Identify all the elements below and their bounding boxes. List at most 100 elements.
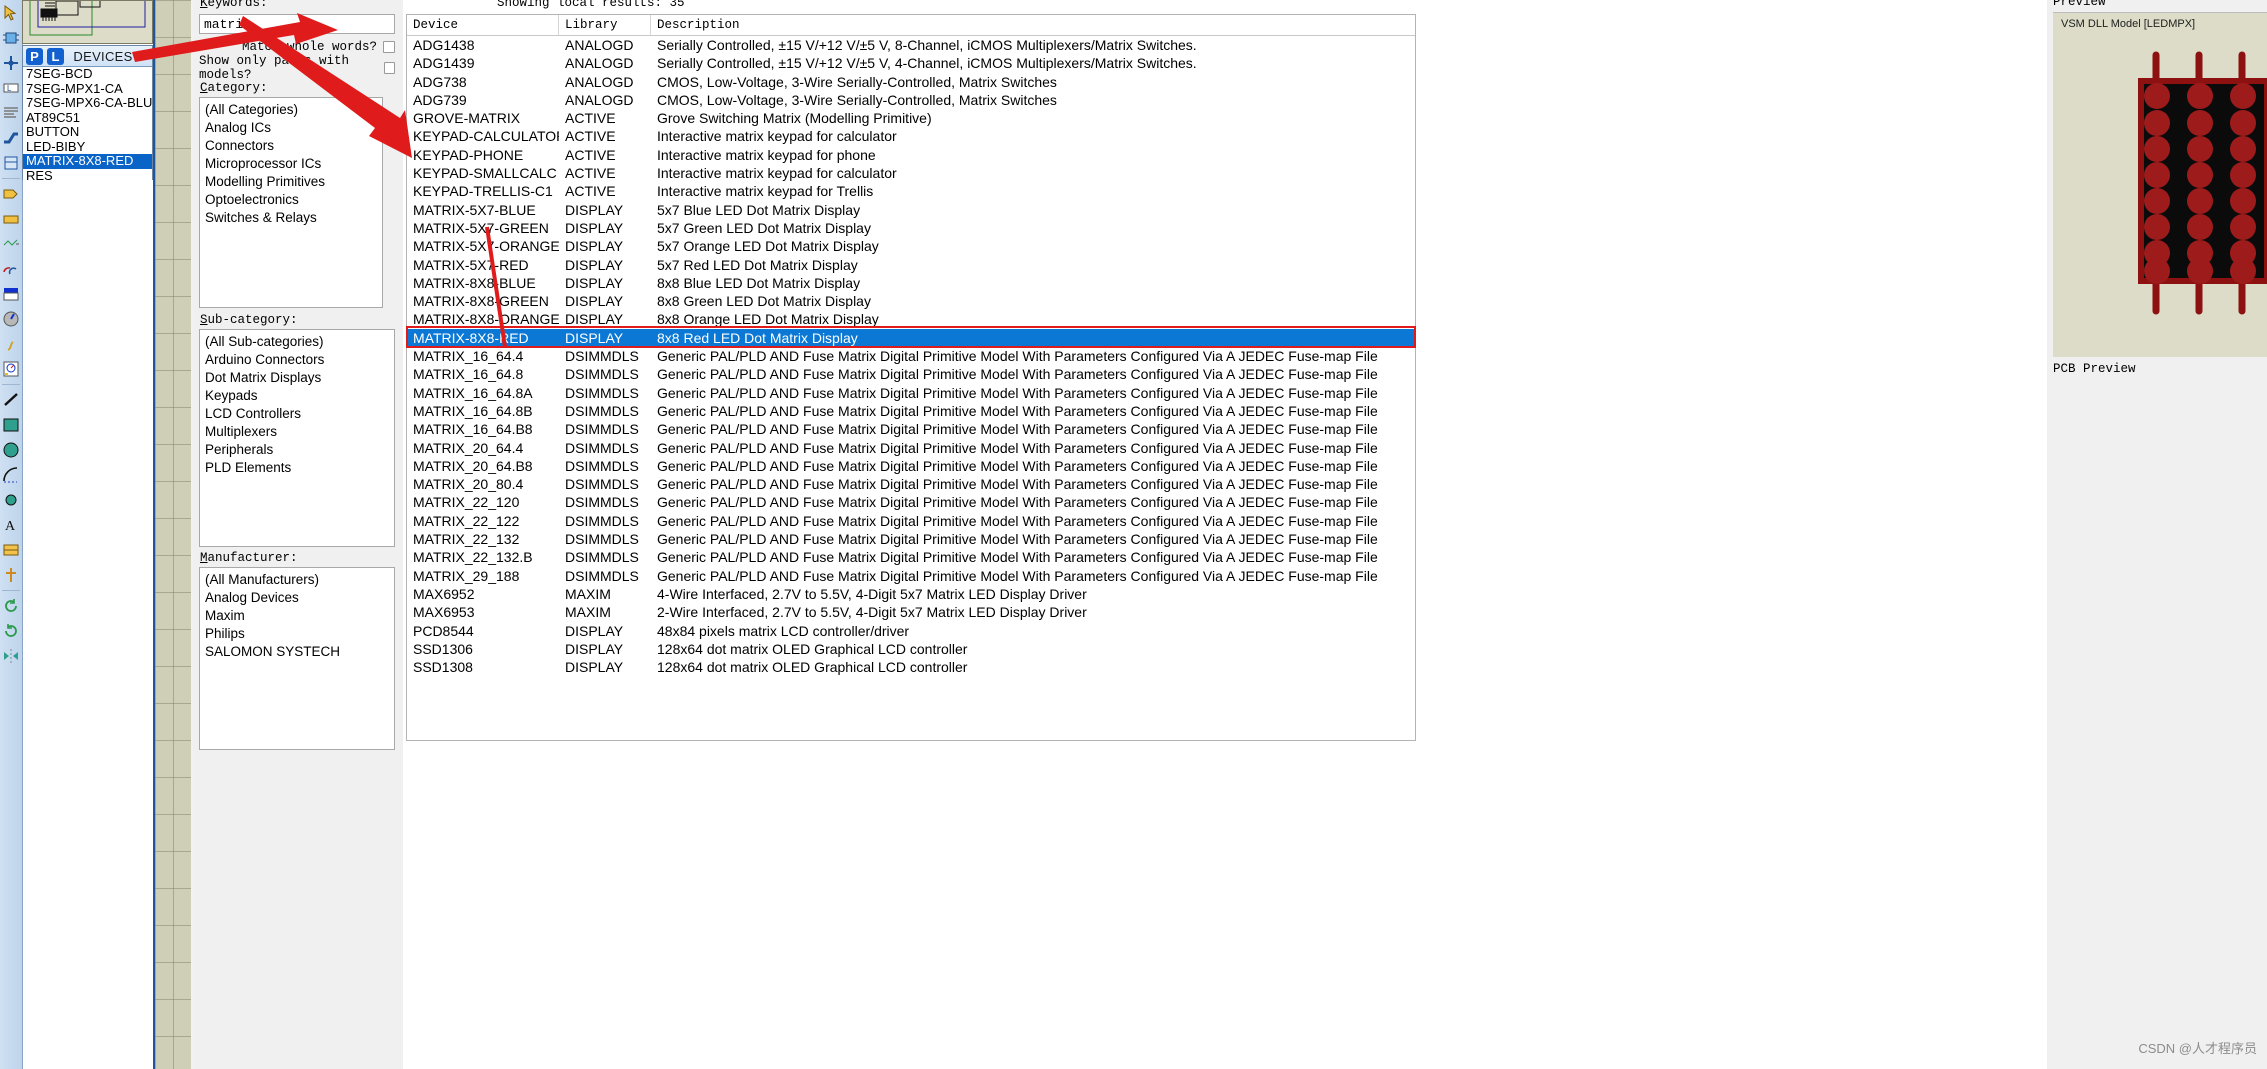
component-mode-icon[interactable] xyxy=(1,26,21,50)
table-row[interactable]: MATRIX-5X7-BLUE DISPLAY 5x7 Blue LED Dot M… xyxy=(407,201,1415,219)
table-row[interactable]: SSD1306 DISPLAY 128x64 dot matrix OLED Gra… xyxy=(407,640,1415,658)
table-row[interactable]: MATRIX_22_120 DSIMMDLS Generic PAL/PLD AND… xyxy=(407,493,1415,511)
marker-tool-icon[interactable] xyxy=(1,563,21,587)
category-option[interactable]: Connectors xyxy=(200,137,382,155)
table-row[interactable]: ADG738 ANALOGD CMOS, Low-Voltage, 3-Wire S… xyxy=(407,73,1415,91)
column-header-device[interactable]: Device xyxy=(407,15,559,35)
manufacturer-option[interactable]: Maxim xyxy=(200,607,394,625)
virtual-instrument-icon[interactable] xyxy=(1,357,21,381)
table-row[interactable]: MATRIX-8X8-ORANGE DISPLAY 8x8 Orange LED D… xyxy=(407,310,1415,328)
table-row[interactable]: MATRIX_16_64.4 DSIMMDLS Generic PAL/PLD AN… xyxy=(407,347,1415,365)
table-row[interactable]: MATRIX-8X8-RED DISPLAY 8x8 Red LED Dot Mat… xyxy=(407,328,1415,348)
table-row[interactable]: SSD1308 DISPLAY 128x64 dot matrix OLED Gra… xyxy=(407,658,1415,676)
subcategory-option[interactable]: Dot Matrix Displays xyxy=(200,369,394,387)
table-row[interactable]: MATRIX-8X8-GREEN DISPLAY 8x8 Green LED Dot… xyxy=(407,292,1415,310)
device-list-item[interactable]: LED-BIBY xyxy=(23,139,152,155)
table-row[interactable]: MATRIX_16_64.8 DSIMMDLS Generic PAL/PLD AN… xyxy=(407,365,1415,383)
table-row[interactable]: KEYPAD-PHONE ACTIVE Interactive matrix key… xyxy=(407,146,1415,164)
table-row[interactable]: MATRIX_20_64.4 DSIMMDLS Generic PAL/PLD AN… xyxy=(407,439,1415,457)
table-row[interactable]: MATRIX-5X7-ORANGE DISPLAY 5x7 Orange LED D… xyxy=(407,237,1415,255)
category-option[interactable]: Switches & Relays xyxy=(200,209,382,227)
table-row[interactable]: MATRIX_20_80.4 DSIMMDLS Generic PAL/PLD AN… xyxy=(407,475,1415,493)
arc-tool-icon[interactable] xyxy=(1,463,21,487)
category-option[interactable]: Analog ICs xyxy=(200,119,382,137)
schematic-canvas[interactable] xyxy=(155,0,191,1069)
table-row[interactable]: MAX6952 MAXIM 4-Wire Interfaced, 2.7V to 5… xyxy=(407,585,1415,603)
column-header-library[interactable]: Library xyxy=(559,15,651,35)
subcategory-option[interactable]: PLD Elements xyxy=(200,459,394,477)
mirror-horizontal-icon[interactable] xyxy=(1,644,21,668)
subcategory-option[interactable]: LCD Controllers xyxy=(200,405,394,423)
device-list-item[interactable]: 7SEG-BCD xyxy=(23,66,152,82)
match-whole-words-checkbox[interactable] xyxy=(383,40,395,53)
subcategory-options[interactable]: (All Sub-categories) Arduino Connectors Do… xyxy=(200,330,394,477)
device-list-item[interactable]: AT89C51 xyxy=(23,110,152,126)
device-list-item[interactable]: BUTTON xyxy=(23,124,152,140)
table-row[interactable]: MATRIX_16_64.B8 DSIMMDLS Generic PAL/PLD A… xyxy=(407,420,1415,438)
pick-device-icon[interactable]: P xyxy=(26,47,43,65)
table-row[interactable]: GROVE-MATRIX ACTIVE Grove Switching Matrix… xyxy=(407,109,1415,127)
circle-tool-icon[interactable] xyxy=(1,438,21,462)
table-row[interactable]: MATRIX-5X7-RED DISPLAY 5x7 Red LED Dot Mat… xyxy=(407,256,1415,274)
category-option[interactable]: (All Categories) xyxy=(200,101,382,119)
table-row[interactable]: KEYPAD-CALCULATOR ACTIVE Interactive matri… xyxy=(407,127,1415,145)
box-tool-icon[interactable] xyxy=(1,413,21,437)
subcategory-option[interactable]: Multiplexers xyxy=(200,423,394,441)
rotate-anticlockwise-icon[interactable] xyxy=(1,619,21,643)
table-row[interactable]: MATRIX_22_132.B DSIMMDLS Generic PAL/PLD A… xyxy=(407,548,1415,566)
path-tool-icon[interactable] xyxy=(1,488,21,512)
category-listbox[interactable]: (All Categories) Analog ICs Connectors Micr… xyxy=(199,97,383,308)
manufacturer-option[interactable]: (All Manufacturers) xyxy=(200,571,394,589)
keywords-input[interactable] xyxy=(199,14,395,34)
manufacturer-option[interactable]: SALOMON SYSTECH xyxy=(200,643,394,661)
table-row[interactable]: MATRIX-8X8-BLUE DISPLAY 8x8 Blue LED Dot M… xyxy=(407,274,1415,292)
voltage-probe-icon[interactable] xyxy=(1,307,21,331)
table-row[interactable]: ADG739 ANALOGD CMOS, Low-Voltage, 3-Wire S… xyxy=(407,91,1415,109)
symbol-tool-icon[interactable] xyxy=(1,538,21,562)
junction-dot-icon[interactable] xyxy=(1,51,21,75)
table-row[interactable]: MAX6953 MAXIM 2-Wire Interfaced, 2.7V to 5… xyxy=(407,603,1415,621)
table-row[interactable]: ADG1439 ANALOGD Serially Controlled, ±15 V… xyxy=(407,54,1415,72)
device-list-item[interactable]: 7SEG-MPX6-CA-BLUE xyxy=(23,95,161,111)
devices-list[interactable]: 7SEG-BCD 7SEG-MPX1-CA 7SEG-MPX6-CA-BLUE AT8… xyxy=(23,66,161,184)
category-option[interactable]: Modelling Primitives xyxy=(200,173,382,191)
manufacturer-option[interactable]: Philips xyxy=(200,625,394,643)
subcategory-option[interactable]: Peripherals xyxy=(200,441,394,459)
column-header-description[interactable]: Description xyxy=(651,15,1415,35)
manufacturer-option[interactable]: Analog Devices xyxy=(200,589,394,607)
subcategory-option[interactable]: Arduino Connectors xyxy=(200,351,394,369)
current-probe-icon[interactable] xyxy=(1,332,21,356)
match-whole-words-row[interactable]: Match whole words? xyxy=(199,38,395,55)
device-pin-icon[interactable] xyxy=(1,207,21,231)
wire-label-icon[interactable]: L xyxy=(1,76,21,100)
table-row[interactable]: MATRIX_22_132 DSIMMDLS Generic PAL/PLD AND… xyxy=(407,530,1415,548)
subcircuit-icon[interactable] xyxy=(1,151,21,175)
category-options[interactable]: (All Categories) Analog ICs Connectors Micr… xyxy=(200,98,382,227)
terminal-mode-icon[interactable] xyxy=(1,182,21,206)
library-device-icon[interactable]: L xyxy=(47,47,64,65)
table-row[interactable]: MATRIX_16_64.8B DSIMMDLS Generic PAL/PLD A… xyxy=(407,402,1415,420)
table-row[interactable]: MATRIX_29_188 DSIMMDLS Generic PAL/PLD AND… xyxy=(407,567,1415,585)
subcategory-option[interactable]: (All Sub-categories) xyxy=(200,333,394,351)
left-toolbar[interactable]: L A xyxy=(0,0,23,1069)
table-row[interactable]: MATRIX_22_122 DSIMMDLS Generic PAL/PLD AND… xyxy=(407,512,1415,530)
manufacturer-listbox[interactable]: (All Manufacturers) Analog Devices Maxim Ph… xyxy=(199,567,395,750)
category-option[interactable]: Optoelectronics xyxy=(200,191,382,209)
subcategory-option[interactable]: Keypads xyxy=(200,387,394,405)
schematic-overview-thumbnail[interactable] xyxy=(22,0,153,44)
table-row[interactable]: PCD8544 DISPLAY 48x84 pixels matrix LCD co… xyxy=(407,622,1415,640)
rotate-clockwise-icon[interactable] xyxy=(1,594,21,618)
graph-mode-icon[interactable] xyxy=(1,232,21,256)
tape-recorder-icon[interactable] xyxy=(1,257,21,281)
table-row[interactable]: ADG1438 ANALOGD Serially Controlled, ±15 V… xyxy=(407,36,1415,54)
text-script-icon[interactable] xyxy=(1,101,21,125)
device-list-item[interactable]: 7SEG-MPX1-CA xyxy=(23,81,152,97)
show-only-parts-with-models-row[interactable]: Show only parts with models? xyxy=(199,54,395,82)
manufacturer-options[interactable]: (All Manufacturers) Analog Devices Maxim Ph… xyxy=(200,568,394,661)
device-list-item[interactable]: RES xyxy=(23,168,152,184)
line-tool-icon[interactable] xyxy=(1,388,21,412)
subcategory-listbox[interactable]: (All Sub-categories) Arduino Connectors Do… xyxy=(199,329,395,547)
category-option[interactable]: Microprocessor ICs xyxy=(200,155,382,173)
table-row[interactable]: KEYPAD-TRELLIS-C1 ACTIVE Interactive matri… xyxy=(407,182,1415,200)
show-only-parts-with-models-checkbox[interactable] xyxy=(384,61,395,74)
